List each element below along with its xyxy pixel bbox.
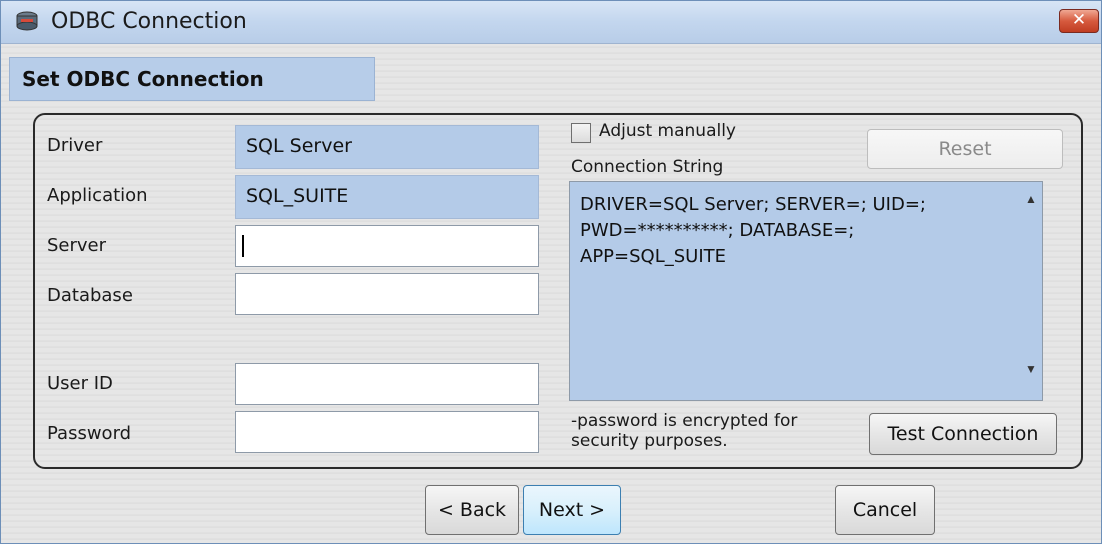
next-button[interactable]: Next > xyxy=(523,485,621,535)
driver-field: SQL Server xyxy=(235,125,539,169)
application-field: SQL_SUITE xyxy=(235,175,539,219)
section-header: Set ODBC Connection xyxy=(9,57,375,101)
test-connection-button[interactable]: Test Connection xyxy=(869,413,1057,455)
section-title: Set ODBC Connection xyxy=(22,67,264,91)
window-title: ODBC Connection xyxy=(51,9,247,34)
scroll-down-icon[interactable]: ▼ xyxy=(1021,359,1041,379)
connection-string-label: Connection String xyxy=(571,157,724,177)
connection-string-scrollbar[interactable]: ▲ ▼ xyxy=(1021,183,1041,399)
back-label: < Back xyxy=(437,499,507,521)
scroll-up-icon[interactable]: ▲ xyxy=(1021,189,1041,209)
back-button[interactable]: < Back xyxy=(425,485,519,535)
title-bar[interactable]: ODBC Connection ✕ xyxy=(1,1,1101,44)
cancel-label: Cancel xyxy=(852,499,918,521)
password-encryption-note: -password is encrypted for security purp… xyxy=(571,411,861,451)
text-caret xyxy=(242,235,244,257)
adjust-manually-label[interactable]: Adjust manually xyxy=(599,121,736,141)
driver-label: Driver xyxy=(47,135,103,156)
reset-label: Reset xyxy=(938,138,992,160)
adjust-manually-checkbox[interactable] xyxy=(571,123,591,143)
reset-button[interactable]: Reset xyxy=(867,129,1063,169)
server-input[interactable] xyxy=(235,225,539,267)
odbc-connection-window: ODBC Connection ✕ Set ODBC Connection Dr… xyxy=(0,0,1102,544)
close-icon: ✕ xyxy=(1071,10,1087,30)
database-label: Database xyxy=(47,285,133,306)
test-connection-label: Test Connection xyxy=(887,423,1039,445)
connection-string-text: DRIVER=SQL Server; SERVER=; UID=; PWD=**… xyxy=(580,194,926,267)
database-input[interactable] xyxy=(235,273,539,315)
close-button[interactable]: ✕ xyxy=(1059,9,1099,33)
next-label: Next > xyxy=(538,499,606,521)
driver-value: SQL Server xyxy=(246,135,352,157)
connection-string-textarea[interactable]: DRIVER=SQL Server; SERVER=; UID=; PWD=**… xyxy=(569,181,1043,401)
password-input[interactable] xyxy=(235,411,539,453)
user-id-input[interactable] xyxy=(235,363,539,405)
database-connection-icon xyxy=(16,11,38,31)
server-label: Server xyxy=(47,235,107,256)
cancel-button[interactable]: Cancel xyxy=(835,485,935,535)
application-label: Application xyxy=(47,185,148,206)
user-id-label: User ID xyxy=(47,373,113,394)
password-label: Password xyxy=(47,423,132,444)
application-value: SQL_SUITE xyxy=(246,185,349,207)
note-text: -password is encrypted for security purp… xyxy=(571,411,798,451)
